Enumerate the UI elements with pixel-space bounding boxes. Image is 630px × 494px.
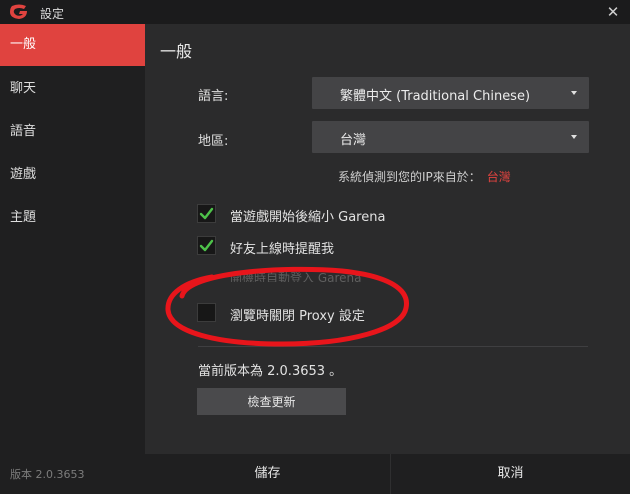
language-select[interactable]: 繁體中文 (Traditional Chinese) bbox=[312, 77, 589, 109]
garena-logo-icon bbox=[10, 4, 27, 19]
sidebar-item-general[interactable]: 一般 bbox=[0, 24, 145, 66]
chevron-down-icon bbox=[571, 91, 577, 95]
language-select-value: 繁體中文 (Traditional Chinese) bbox=[340, 89, 531, 104]
page-title: 一般 bbox=[160, 42, 193, 61]
sidebar-item-theme[interactable]: 主題 bbox=[0, 197, 145, 239]
sidebar: 一般 聊天 語音 遊戲 主題 版本 2.0.3653 bbox=[0, 24, 145, 494]
region-label: 地區: bbox=[198, 134, 229, 149]
cancel-button[interactable]: 取消 bbox=[391, 454, 630, 494]
red-annotation-ellipse bbox=[165, 266, 409, 347]
region-select-value: 台灣 bbox=[340, 133, 367, 148]
ip-detect-text: 系統偵測到您的IP來自於： 台灣 bbox=[338, 168, 511, 185]
settings-panel: 一般 語言: 繁體中文 (Traditional Chinese) 地區: 台灣… bbox=[145, 24, 630, 454]
region-select[interactable]: 台灣 bbox=[312, 121, 589, 153]
sidebar-version-label: 版本 2.0.3653 bbox=[10, 468, 85, 481]
checkmark-icon bbox=[199, 239, 214, 252]
sidebar-item-games[interactable]: 遊戲 bbox=[0, 154, 145, 196]
ip-detect-label: 系統偵測到您的IP來自於： bbox=[338, 170, 481, 184]
window-title: 設定 bbox=[40, 7, 65, 21]
save-button[interactable]: 儲存 bbox=[145, 454, 390, 494]
option-label: 當遊戲開始後縮小 Garena bbox=[230, 210, 386, 225]
footer-bar: 儲存 取消 bbox=[145, 454, 630, 494]
checkbox-checked[interactable] bbox=[197, 204, 216, 223]
current-version-text: 當前版本為 2.0.3653 。 bbox=[198, 364, 343, 379]
checkmark-icon bbox=[199, 207, 214, 220]
ip-detect-country: 台灣 bbox=[486, 170, 511, 184]
option-label: 好友上線時提醒我 bbox=[230, 242, 335, 257]
close-icon[interactable]: ✕ bbox=[604, 2, 622, 22]
chevron-down-icon bbox=[571, 135, 577, 139]
title-bar: 設定 ✕ bbox=[0, 0, 630, 24]
sidebar-item-chat[interactable]: 聊天 bbox=[0, 68, 145, 110]
check-update-button[interactable]: 檢查更新 bbox=[197, 388, 346, 415]
language-label: 語言: bbox=[198, 89, 229, 104]
sidebar-item-voice[interactable]: 語音 bbox=[0, 111, 145, 153]
checkbox-checked[interactable] bbox=[197, 236, 216, 255]
